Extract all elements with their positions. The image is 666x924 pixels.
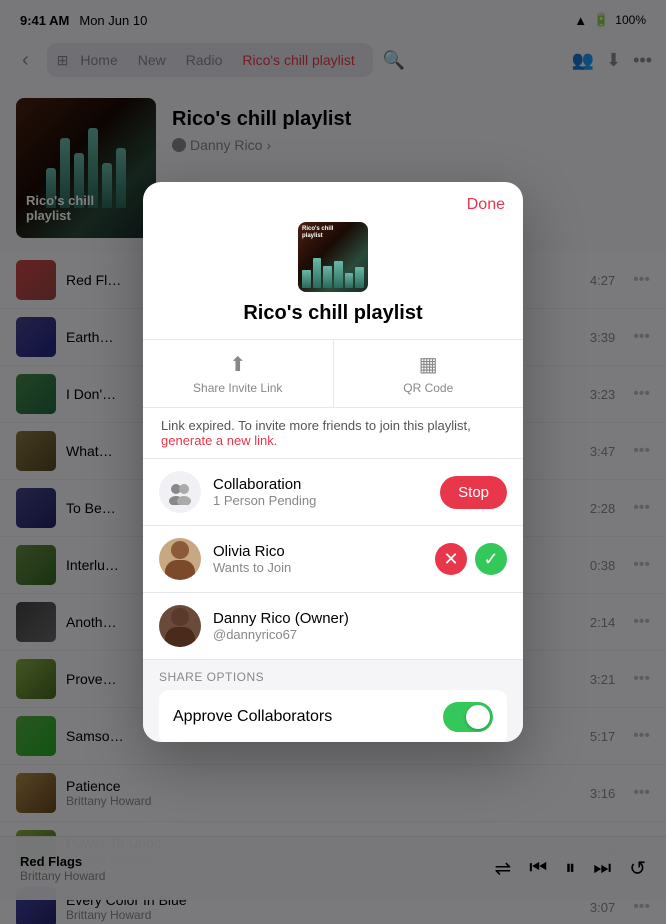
done-button[interactable]: Done [467, 196, 505, 214]
approve-collaborators-label: Approve Collaborators [173, 708, 443, 726]
link-expired-notice: Link expired. To invite more friends to … [143, 408, 523, 458]
olivia-sub: Wants to Join [213, 560, 423, 575]
collaboration-sub: 1 Person Pending [213, 493, 428, 508]
share-invite-link-button[interactable]: ⬆ Share Invite Link [143, 340, 334, 407]
reject-button[interactable]: ✕ [435, 543, 467, 575]
olivia-row: Olivia Rico Wants to Join ✕ ✓ [143, 526, 523, 593]
modal-playlist-artwork: Rico's chillplaylist [298, 222, 368, 292]
modal-artwork-area: Rico's chillplaylist Rico's chill playli… [143, 214, 523, 339]
generate-new-link[interactable]: generate a new link. [161, 433, 277, 448]
modal-playlist-title: Rico's chill playlist [243, 302, 422, 325]
collaboration-info: Collaboration 1 Person Pending [213, 476, 428, 508]
approve-collaborators-row: Approve Collaborators [159, 690, 507, 742]
danny-row: Danny Rico (Owner) @dannyrico67 [143, 593, 523, 660]
danny-avatar [159, 605, 201, 647]
modal-header: Done [143, 182, 523, 214]
olivia-name: Olivia Rico [213, 543, 423, 560]
collaboration-name: Collaboration [213, 476, 428, 493]
modal-overlay: Done Rico's chillplaylist Rico's chill p… [0, 0, 666, 924]
share-invite-icon: ⬆ [229, 352, 246, 377]
qr-code-button[interactable]: ▦ QR Code [334, 340, 524, 407]
share-invite-label: Share Invite Link [193, 381, 282, 395]
danny-name: Danny Rico (Owner) [213, 610, 507, 627]
olivia-info: Olivia Rico Wants to Join [213, 543, 423, 575]
qr-code-label: QR Code [403, 381, 453, 395]
collaboration-modal: Done Rico's chillplaylist Rico's chill p… [143, 182, 523, 742]
danny-info: Danny Rico (Owner) @dannyrico67 [213, 610, 507, 642]
link-expired-text: Link expired. To invite more friends to … [161, 418, 471, 433]
share-buttons-row: ⬆ Share Invite Link ▦ QR Code [143, 339, 523, 408]
qr-code-icon: ▦ [419, 352, 438, 377]
olivia-action-buttons: ✕ ✓ [435, 543, 507, 575]
approve-collaborators-toggle[interactable] [443, 702, 493, 732]
collaboration-section: Collaboration 1 Person Pending Stop Oliv… [143, 458, 523, 660]
collaboration-row: Collaboration 1 Person Pending Stop [143, 459, 523, 526]
stop-button[interactable]: Stop [440, 476, 507, 509]
share-options-label: SHARE OPTIONS [159, 670, 507, 684]
toggle-knob [466, 705, 490, 729]
olivia-avatar [159, 538, 201, 580]
collaboration-avatar [159, 471, 201, 513]
share-options-section: SHARE OPTIONS Approve Collaborators [143, 660, 523, 742]
danny-sub: @dannyrico67 [213, 627, 507, 642]
approve-button[interactable]: ✓ [475, 543, 507, 575]
